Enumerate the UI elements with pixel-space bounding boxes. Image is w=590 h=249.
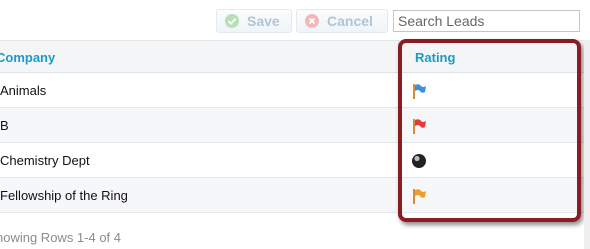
toolbar: Save Cancel [0,0,590,40]
company-cell: B [0,118,9,133]
company-cell: Animals [0,83,47,98]
cancel-label: Cancel [327,13,373,29]
close-icon [305,14,319,28]
search-input[interactable] [393,10,580,32]
scrollbar[interactable] [584,40,590,249]
cancel-button[interactable]: Cancel [296,9,388,33]
rating-column-highlight [398,39,581,222]
save-button[interactable]: Save [216,9,292,33]
column-header-company[interactable]: Company [0,50,55,65]
company-cell: Fellowship of the Ring [0,188,128,203]
pagination-summary: howing Rows 1-4 of 4 [0,230,122,245]
check-icon [225,14,239,28]
save-label: Save [247,13,280,29]
company-cell: Chemistry Dept [0,153,90,168]
